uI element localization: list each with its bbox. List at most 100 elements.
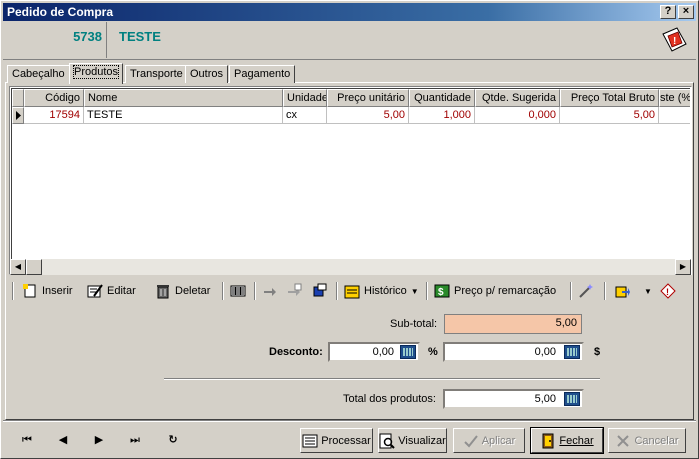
insert-button[interactable]: Inserir bbox=[22, 281, 73, 301]
scroll-thumb[interactable] bbox=[26, 259, 42, 275]
batch-edit-icon bbox=[313, 283, 327, 297]
calculator-icon[interactable] bbox=[564, 392, 580, 406]
grid-corner bbox=[12, 89, 24, 107]
table-cell[interactable] bbox=[659, 107, 690, 124]
column-header-codigo[interactable]: Código bbox=[24, 89, 84, 107]
table-cell[interactable]: 1,000 bbox=[409, 107, 475, 124]
warning-document-icon[interactable]: ! bbox=[660, 26, 688, 54]
table-cell[interactable]: 5,00 bbox=[327, 107, 409, 124]
history-label: Histórico bbox=[364, 285, 407, 297]
close-button[interactable]: Fechar bbox=[530, 427, 604, 454]
toolbar-separator bbox=[426, 282, 428, 300]
batch-edit-button[interactable] bbox=[312, 281, 328, 301]
tab-outros[interactable]: Outros bbox=[185, 65, 229, 83]
table-cell[interactable]: TESTE bbox=[84, 107, 283, 124]
column-header-preco-total-bruto[interactable]: Preço Total Bruto bbox=[560, 89, 659, 107]
column-header-nome[interactable]: Nome bbox=[84, 89, 283, 107]
cancel-button[interactable]: Cancelar bbox=[608, 428, 686, 453]
svg-text:!: ! bbox=[666, 287, 669, 297]
calculator-icon[interactable] bbox=[564, 345, 580, 359]
magic-wand-icon bbox=[579, 284, 593, 298]
export-icon bbox=[615, 286, 630, 298]
dropdown-arrow-icon[interactable]: ▼ bbox=[644, 287, 652, 296]
subtotal-field: 5,00 bbox=[444, 314, 582, 334]
column-header-quantidade[interactable]: Quantidade bbox=[409, 89, 475, 107]
row-indicator[interactable] bbox=[12, 107, 24, 124]
previous-record-icon[interactable]: ◀ bbox=[56, 433, 70, 447]
order-header: 5738 TESTE ! bbox=[3, 22, 696, 60]
close-window-button[interactable]: × bbox=[678, 5, 694, 19]
delete-button[interactable]: Deletar bbox=[155, 281, 210, 301]
new-document-icon bbox=[23, 284, 36, 298]
repricing-button[interactable]: $ Preço p/ remarcação bbox=[434, 281, 556, 301]
first-record-icon[interactable]: ⏮ bbox=[20, 433, 34, 447]
window-title: Pedido de Compra bbox=[7, 5, 114, 19]
tab-label: Pagamento bbox=[234, 68, 291, 80]
tab-label: Transporte bbox=[130, 68, 183, 80]
grid-body: Código Nome Unidade Preço unitário Quant… bbox=[11, 88, 690, 273]
tools-button[interactable] bbox=[578, 281, 594, 301]
currency-symbol: $ bbox=[594, 346, 601, 358]
discount-amount-field[interactable]: 0,00 bbox=[443, 342, 584, 362]
scroll-right-icon[interactable]: ▶ bbox=[675, 259, 691, 275]
view-label: Visualizar bbox=[398, 434, 446, 447]
tab-pagamento[interactable]: Pagamento bbox=[229, 65, 296, 83]
purchase-order-window: Pedido de Compra ? × 5738 TESTE ! Cabeça… bbox=[0, 0, 699, 459]
toolbar-separator bbox=[336, 282, 338, 300]
export-button[interactable]: ▼ bbox=[614, 281, 652, 301]
hand-point-icon bbox=[264, 288, 276, 296]
tab-label: Produtos bbox=[72, 65, 120, 79]
scroll-left-icon[interactable]: ◀ bbox=[10, 259, 26, 275]
tab-transporte[interactable]: Transporte bbox=[125, 65, 188, 83]
column-header-unidade[interactable]: Unidade bbox=[283, 89, 327, 107]
tab-cabecalho[interactable]: Cabeçalho bbox=[7, 65, 70, 83]
table-cell[interactable]: cx bbox=[283, 107, 327, 124]
barcode-button[interactable] bbox=[230, 281, 246, 301]
products-toolbar: Inserir Editar Deletar Histórico ▼ $ Pre… bbox=[10, 279, 691, 303]
horizontal-scrollbar[interactable]: ◀ ▶ bbox=[10, 259, 691, 275]
process-button[interactable]: Processar bbox=[300, 428, 373, 453]
process-label: Processar bbox=[321, 434, 371, 447]
warning-icon: ! bbox=[660, 283, 676, 299]
products-grid[interactable]: Código Nome Unidade Preço unitário Quant… bbox=[9, 86, 692, 275]
column-header-desconto[interactable]: ste (%) bbox=[659, 89, 690, 107]
preview-icon bbox=[379, 433, 395, 449]
svg-text:$: $ bbox=[438, 287, 444, 298]
alert-button[interactable]: ! bbox=[660, 281, 676, 301]
refresh-icon[interactable]: ↻ bbox=[166, 433, 180, 447]
toolbar-separator bbox=[570, 282, 572, 300]
totals-divider bbox=[164, 378, 600, 380]
tab-label: Outros bbox=[190, 68, 224, 80]
column-header-qtde-sugerida[interactable]: Qtde. Sugerida bbox=[475, 89, 560, 107]
cancel-label: Cancelar bbox=[634, 434, 679, 447]
insert-label: Inserir bbox=[42, 285, 73, 297]
repricing-label: Preço p/ remarcação bbox=[454, 285, 557, 297]
apply-label: Aplicar bbox=[481, 434, 516, 447]
last-record-icon[interactable]: ⏭ bbox=[128, 433, 142, 447]
history-button[interactable]: Histórico ▼ bbox=[344, 281, 419, 301]
row-pointer-icon bbox=[16, 111, 21, 120]
supplier-name: TESTE bbox=[119, 29, 161, 44]
edit-button[interactable]: Editar bbox=[87, 281, 136, 301]
table-cell[interactable]: 5,00 bbox=[560, 107, 659, 124]
copy-item-button[interactable] bbox=[286, 281, 302, 301]
money-icon: $ bbox=[434, 284, 450, 298]
apply-button[interactable]: Aplicar bbox=[453, 428, 525, 453]
help-button[interactable]: ? bbox=[660, 5, 676, 19]
move-item-button[interactable] bbox=[262, 281, 278, 301]
tab-produtos[interactable]: Produtos bbox=[69, 63, 124, 84]
table-cell[interactable]: 17594 bbox=[24, 107, 84, 124]
column-header-preco-unitario[interactable]: Preço unitário bbox=[327, 89, 409, 107]
apply-icon bbox=[463, 434, 478, 447]
discount-label: Desconto: bbox=[269, 346, 323, 358]
copy-hand-icon bbox=[288, 283, 302, 296]
next-record-icon[interactable]: ▶ bbox=[92, 433, 106, 447]
dropdown-arrow-icon[interactable]: ▼ bbox=[411, 287, 419, 296]
calculator-icon[interactable] bbox=[400, 345, 416, 359]
title-bar: Pedido de Compra ? × bbox=[3, 3, 696, 21]
total-products-field: 5,00 bbox=[443, 389, 584, 409]
toolbar-separator bbox=[604, 282, 606, 300]
process-icon bbox=[302, 434, 318, 447]
view-button[interactable]: Visualizar bbox=[378, 428, 447, 453]
table-cell[interactable]: 0,000 bbox=[475, 107, 560, 124]
